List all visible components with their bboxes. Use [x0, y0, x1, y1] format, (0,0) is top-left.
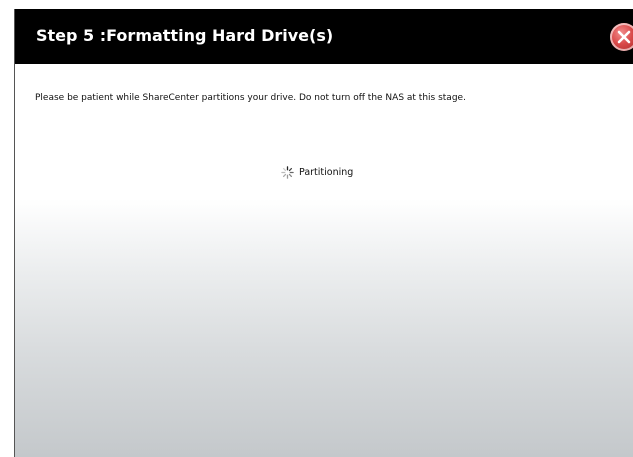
progress-status: Partitioning [281, 166, 353, 180]
spinner-icon [281, 166, 294, 179]
close-button[interactable] [610, 23, 633, 51]
dialog-title: Step 5 :Formatting Hard Drive(s) [36, 26, 334, 45]
formatting-dialog: Step 5 :Formatting Hard Drive(s) Please … [14, 9, 633, 457]
status-label: Partitioning [299, 167, 354, 178]
instruction-text: Please be patient while ShareCenter part… [35, 93, 466, 103]
dialog-titlebar: Step 5 :Formatting Hard Drive(s) [15, 9, 633, 64]
close-icon [617, 30, 631, 44]
